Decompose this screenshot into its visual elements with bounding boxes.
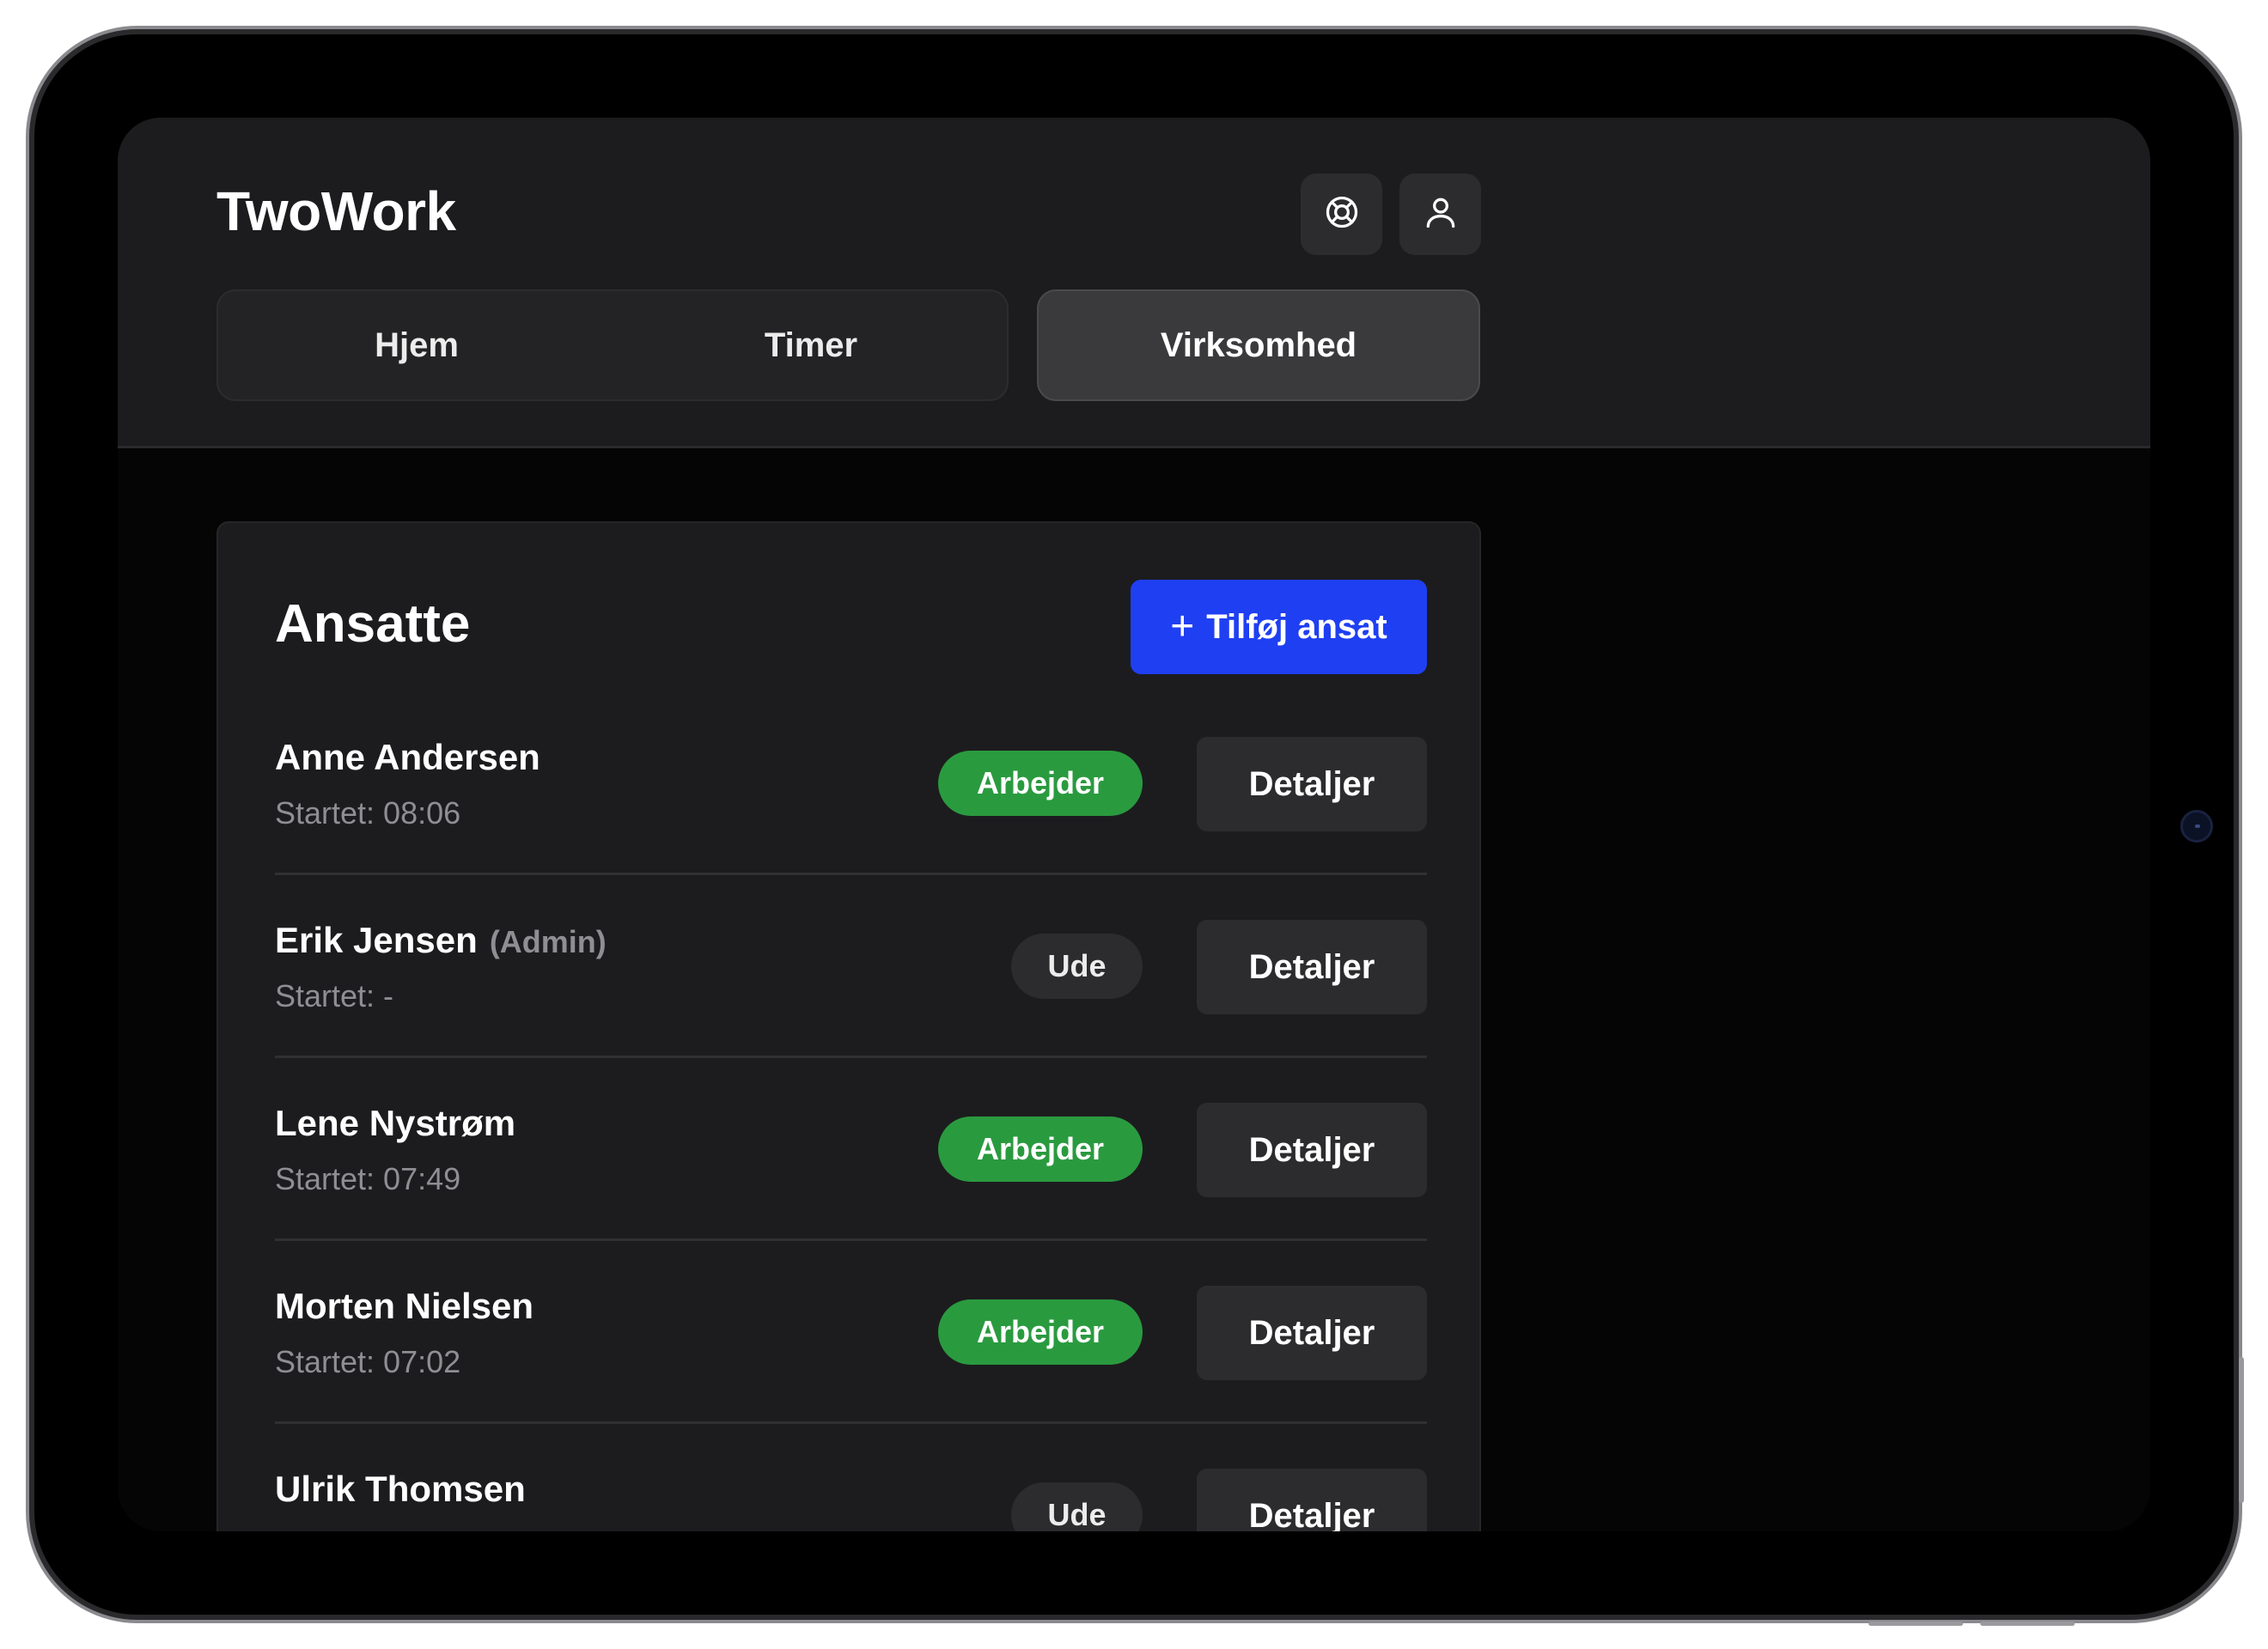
employee-name-wrap: Erik Jensen (Admin) [275,920,607,961]
app-title: TwoWork [216,180,456,242]
add-employee-label: Tilføj ansat [1206,607,1387,646]
tab-timer[interactable]: Timer [615,291,1007,399]
tab-group: Hjem Timer [216,289,1009,401]
home-indicator-button-left [1869,1622,1963,1626]
user-icon [1422,193,1460,235]
tab-hjem[interactable]: Hjem [218,291,615,399]
profile-button[interactable] [1399,173,1481,255]
top-bar: TwoWork Hjem Timer Virksomhed [118,118,2150,448]
status-badge: Arbejder [938,751,1143,816]
status-badge: Arbejder [938,1117,1143,1182]
details-button[interactable]: Detaljer [1197,920,1427,1014]
employee-start-time: Startet: 07:49 [275,1161,461,1196]
employee-name: Erik Jensen [275,920,478,960]
employee-name-wrap: Anne Andersen [275,737,552,778]
employee-name-wrap: Lene Nystrøm [275,1103,527,1144]
details-button[interactable]: Detaljer [1197,1469,1427,1531]
employee-start-time: Startet: 07:02 [275,1344,461,1379]
employee-name-wrap: Morten Nielsen [275,1286,546,1327]
employee-start-time: Startet: - [275,978,394,1013]
details-button[interactable]: Detaljer [1197,737,1427,831]
volume-button [2239,1357,2244,1503]
employee-role: (Admin) [489,924,607,959]
lifebuoy-icon [1323,193,1361,235]
employees-card: Ansatte + Tilføj ansat Anne Andersen Sta… [216,521,1481,1531]
card-title: Ansatte [275,594,471,654]
status-badge: Arbejder [938,1299,1143,1365]
employee-name: Lene Nystrøm [275,1103,516,1143]
employee-row: Erik Jensen (Admin) Startet: - Ude Detalj… [275,875,1427,1058]
employee-row: Ulrik Thomsen Ude Detaljer [275,1424,1427,1531]
employee-name: Ulrik Thomsen [275,1469,526,1509]
employee-name: Morten Nielsen [275,1286,534,1326]
support-button[interactable] [1301,173,1382,255]
plus-icon: + [1170,604,1195,649]
status-badge: Ude [1011,934,1143,999]
employee-row: Lene Nystrøm Startet: 07:49 Arbejder Det… [275,1058,1427,1241]
tab-virksomhed[interactable]: Virksomhed [1037,289,1480,401]
employee-name: Anne Andersen [275,737,540,777]
employee-row: Morten Nielsen Startet: 07:02 Arbejder D… [275,1241,1427,1424]
details-button[interactable]: Detaljer [1197,1286,1427,1380]
employee-name-wrap: Ulrik Thomsen [275,1469,538,1510]
app-screen: TwoWork Hjem Timer Virksomhed Ansatte + … [118,118,2150,1531]
front-camera [2180,810,2213,843]
employee-row: Anne Andersen Startet: 08:06 Arbejder De… [275,692,1427,875]
home-indicator-button-right [1980,1622,2075,1626]
employee-start-time: Startet: 08:06 [275,795,461,831]
status-badge: Ude [1011,1482,1143,1531]
add-employee-button[interactable]: + Tilføj ansat [1131,580,1427,674]
details-button[interactable]: Detaljer [1197,1103,1427,1197]
